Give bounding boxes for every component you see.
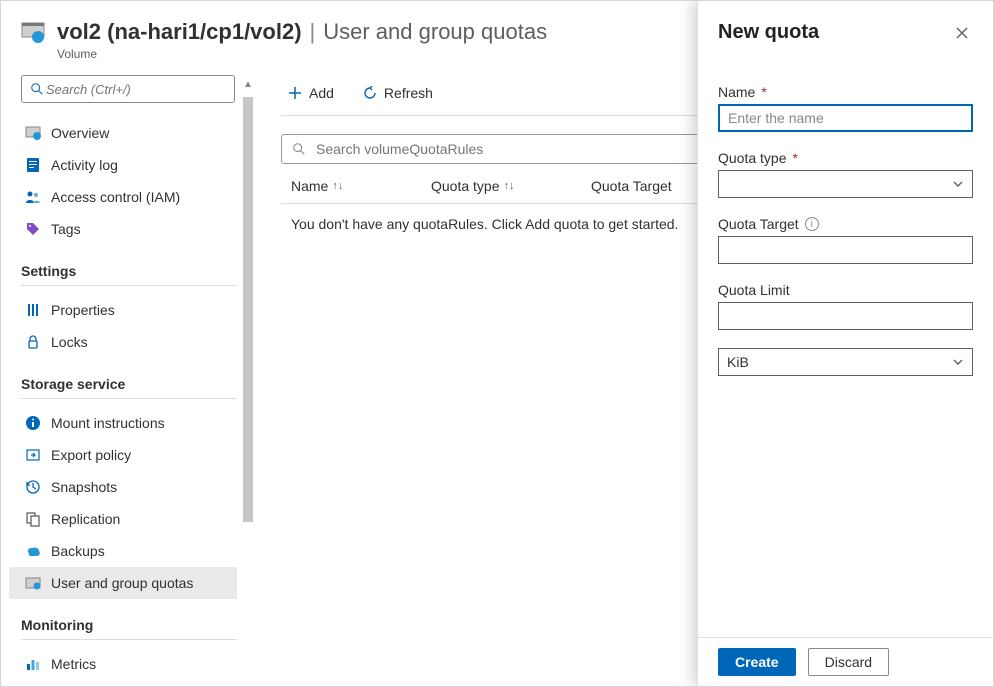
refresh-label: Refresh xyxy=(384,85,433,101)
name-input[interactable] xyxy=(718,104,973,132)
info-icon[interactable]: i xyxy=(805,217,819,231)
nav-search-input[interactable] xyxy=(44,81,226,98)
nav-label: Locks xyxy=(51,334,88,350)
page-section: User and group quotas xyxy=(323,19,547,45)
close-panel-button[interactable] xyxy=(951,22,973,44)
nav-backups[interactable]: Backups xyxy=(21,535,237,567)
field-quota-limit: Quota Limit xyxy=(718,282,973,330)
nav-column: « Overview Activity log xyxy=(1,67,237,680)
nav-label: Access control (IAM) xyxy=(51,189,180,205)
nav-locks[interactable]: Locks xyxy=(21,326,237,358)
nav-label: Metrics xyxy=(51,656,96,672)
left-pane: « Overview Activity log xyxy=(1,67,253,680)
people-icon xyxy=(25,189,41,205)
nav-label: Properties xyxy=(51,302,115,318)
search-icon xyxy=(292,142,306,156)
nav-group-storage: Storage service xyxy=(21,376,237,392)
field-quota-type: Quota type* xyxy=(718,150,973,198)
replication-icon xyxy=(25,511,41,527)
search-icon xyxy=(30,82,44,96)
chevron-down-icon xyxy=(952,178,964,190)
label-quota-type: Quota type* xyxy=(718,150,973,166)
nav-label: User and group quotas xyxy=(51,575,193,591)
nav-scrollbar[interactable]: ▲ xyxy=(237,67,253,680)
nav-tags[interactable]: Tags xyxy=(21,213,237,245)
refresh-icon xyxy=(362,85,378,101)
field-name: Name* xyxy=(718,84,973,132)
discard-button[interactable]: Discard xyxy=(808,648,889,676)
activity-log-icon xyxy=(25,157,41,173)
nav-overview[interactable]: Overview xyxy=(21,117,237,149)
tag-icon xyxy=(25,221,41,237)
label-name: Name* xyxy=(718,84,973,100)
chevron-down-icon xyxy=(952,356,964,368)
nav-group-settings: Settings xyxy=(21,263,237,279)
col-quota-type[interactable]: Quota type ↑↓ xyxy=(431,178,591,194)
backup-icon xyxy=(25,543,41,559)
select-value: KiB xyxy=(727,354,749,370)
nav-label: Replication xyxy=(51,511,120,527)
close-icon xyxy=(955,26,969,40)
create-button[interactable]: Create xyxy=(718,648,796,676)
quota-limit-input[interactable] xyxy=(718,302,973,330)
new-quota-panel: New quota Name* Quota type* Quota Target xyxy=(697,1,993,686)
label-quota-target: Quota Target i xyxy=(718,216,973,232)
nav-metrics[interactable]: Metrics xyxy=(21,648,237,680)
nav-snapshots[interactable]: Snapshots xyxy=(21,471,237,503)
quota-target-input[interactable] xyxy=(718,236,973,264)
nav-search-box[interactable] xyxy=(21,75,235,103)
volume-icon xyxy=(21,20,45,44)
nav-label: Tags xyxy=(51,221,81,237)
metrics-icon xyxy=(25,656,41,672)
field-quota-unit: KiB xyxy=(718,348,973,376)
sort-icon: ↑↓ xyxy=(332,180,343,192)
panel-footer: Create Discard xyxy=(698,637,993,686)
info-circle-icon xyxy=(25,415,41,431)
nav-group-monitoring: Monitoring xyxy=(21,617,237,633)
field-quota-target: Quota Target i xyxy=(718,216,973,264)
col-name[interactable]: Name ↑↓ xyxy=(281,178,431,194)
label-quota-limit: Quota Limit xyxy=(718,282,973,298)
plus-icon xyxy=(287,85,303,101)
nav-label: Overview xyxy=(51,125,109,141)
nav-label: Backups xyxy=(51,543,105,559)
scroll-up-arrow[interactable]: ▲ xyxy=(243,79,253,91)
sort-icon: ↑↓ xyxy=(504,180,515,192)
quota-icon xyxy=(25,575,41,591)
nav-search-row: « xyxy=(21,75,237,103)
quota-unit-select[interactable]: KiB xyxy=(718,348,973,376)
panel-title: New quota xyxy=(718,21,819,44)
nav-activity-log[interactable]: Activity log xyxy=(21,149,237,181)
properties-icon xyxy=(25,302,41,318)
overview-icon xyxy=(25,125,41,141)
nav-export-policy[interactable]: Export policy xyxy=(21,439,237,471)
nav-replication[interactable]: Replication xyxy=(21,503,237,535)
nav-mount-instructions[interactable]: Mount instructions xyxy=(21,407,237,439)
nav-user-group-quotas[interactable]: User and group quotas xyxy=(9,567,237,599)
nav-access-control[interactable]: Access control (IAM) xyxy=(21,181,237,213)
breadcrumb: vol2 (na-hari1/cp1/vol2) xyxy=(57,19,302,45)
panel-header: New quota xyxy=(718,21,973,44)
add-button[interactable]: Add xyxy=(281,81,340,105)
nav-label: Mount instructions xyxy=(51,415,165,431)
nav-label: Snapshots xyxy=(51,479,117,495)
nav-label: Activity log xyxy=(51,157,118,173)
export-icon xyxy=(25,447,41,463)
add-label: Add xyxy=(309,85,334,101)
scroll-thumb[interactable] xyxy=(243,97,253,522)
refresh-button[interactable]: Refresh xyxy=(356,81,439,105)
lock-icon xyxy=(25,334,41,350)
quota-type-select[interactable] xyxy=(718,170,973,198)
snapshot-icon xyxy=(25,479,41,495)
nav-label: Export policy xyxy=(51,447,131,463)
app-root: vol2 (na-hari1/cp1/vol2) | User and grou… xyxy=(0,0,994,687)
nav-properties[interactable]: Properties xyxy=(21,294,237,326)
